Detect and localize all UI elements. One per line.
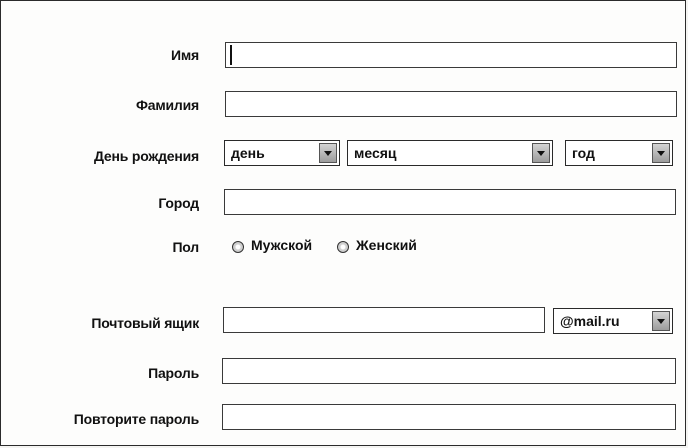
mailbox-label: Почтовый ящик <box>91 315 199 331</box>
last-name-label: Фамилия <box>136 97 199 113</box>
password-input[interactable] <box>222 358 676 384</box>
birthday-year-value: год <box>572 145 595 161</box>
first-name-label: Имя <box>171 47 199 63</box>
chevron-down-icon[interactable] <box>319 143 337 163</box>
text-cursor <box>230 45 232 65</box>
gender-label: Пол <box>172 239 199 255</box>
mail-domain-select[interactable]: @mail.ru <box>553 308 673 334</box>
password-repeat-input[interactable] <box>222 404 676 430</box>
radio-female-icon[interactable] <box>337 241 349 253</box>
city-input[interactable] <box>224 189 676 215</box>
chevron-down-icon[interactable] <box>652 143 670 163</box>
birthday-day-value: день <box>231 145 265 161</box>
birthday-month-select[interactable]: месяц <box>347 140 553 166</box>
birthday-year-select[interactable]: год <box>565 140 673 166</box>
registration-form: Имя Фамилия День рождения день месяц год… <box>0 0 686 446</box>
password-label: Пароль <box>148 365 199 381</box>
radio-male-icon[interactable] <box>232 241 244 253</box>
birthday-month-value: месяц <box>354 145 397 161</box>
first-name-input[interactable] <box>225 42 677 68</box>
mail-domain-value: @mail.ru <box>560 313 620 329</box>
city-label: Город <box>158 195 199 211</box>
birthday-day-select[interactable]: день <box>224 140 340 166</box>
chevron-down-icon[interactable] <box>532 143 550 163</box>
gender-female-label[interactable]: Женский <box>356 236 417 254</box>
mailbox-input[interactable] <box>223 307 545 333</box>
gender-male-label[interactable]: Мужской <box>251 236 312 254</box>
last-name-input[interactable] <box>225 91 677 117</box>
password-repeat-label: Повторите пароль <box>73 411 199 427</box>
birthday-label: День рождения <box>93 148 199 164</box>
chevron-down-icon[interactable] <box>652 311 670 331</box>
